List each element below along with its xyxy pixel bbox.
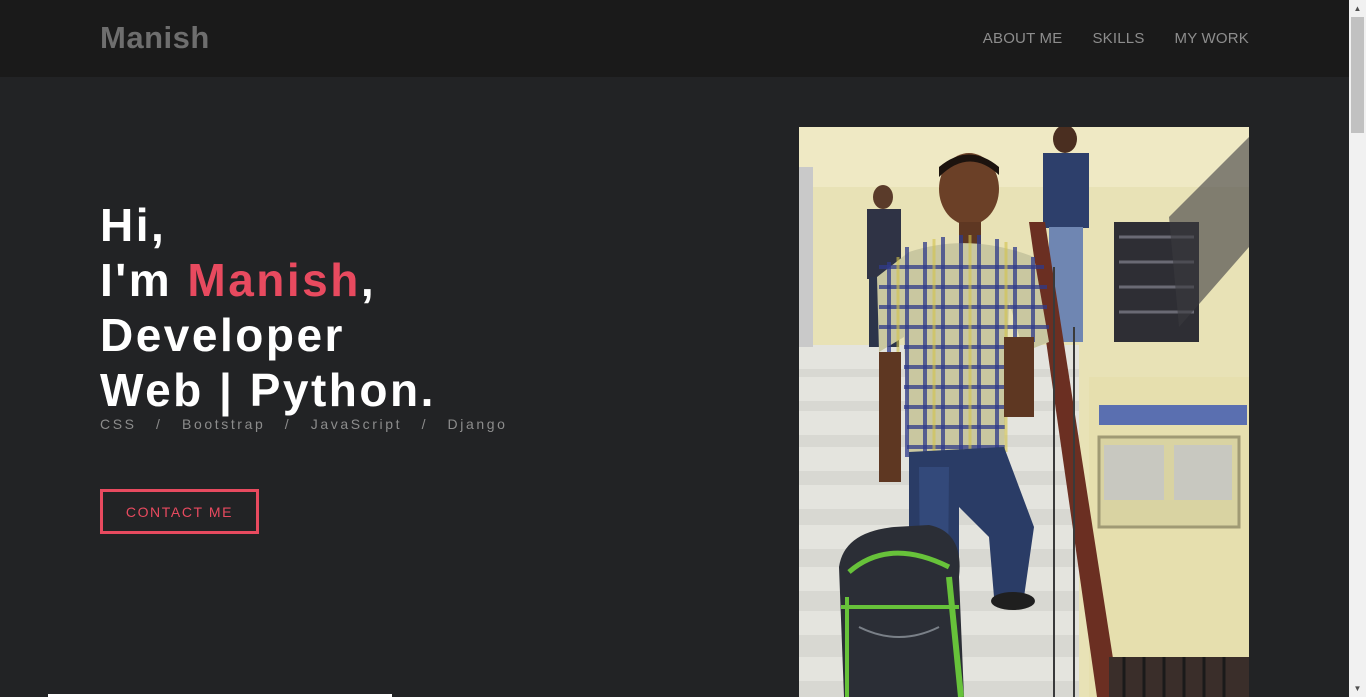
brand-logo[interactable]: Manish [100, 20, 210, 56]
intro-suffix: , [360, 254, 377, 306]
specialty-text: Web | Python. [100, 364, 436, 416]
scroll-up-icon[interactable]: ▲ [1349, 0, 1366, 17]
hero-intro: Hi, I'm Manish, Developer Web | Python. [100, 198, 436, 418]
nav-link-my-work[interactable]: MY WORK [1175, 30, 1249, 47]
greeting-text: Hi, [100, 199, 167, 251]
contact-me-button[interactable]: CONTACT ME [100, 489, 259, 534]
tech-stack: CSS / Bootstrap / JavaScript / Django [100, 416, 508, 432]
profile-photo [799, 127, 1249, 697]
nav-link-about-me[interactable]: ABOUT ME [983, 30, 1063, 47]
hero-heading: Hi, I'm Manish, Developer Web | Python. [100, 198, 436, 418]
hero-name: Manish [187, 254, 361, 306]
scrollbar-thumb[interactable] [1351, 17, 1364, 133]
scroll-down-icon[interactable]: ▼ [1349, 680, 1366, 697]
role-text: Developer [100, 309, 345, 361]
nav-links: ABOUT ME SKILLS MY WORK [983, 30, 1249, 47]
nav-link-skills[interactable]: SKILLS [1092, 30, 1144, 47]
intro-prefix: I'm [100, 254, 188, 306]
vertical-scrollbar[interactable]: ▲ ▼ [1349, 0, 1366, 697]
navbar: Manish ABOUT ME SKILLS MY WORK [0, 0, 1349, 77]
